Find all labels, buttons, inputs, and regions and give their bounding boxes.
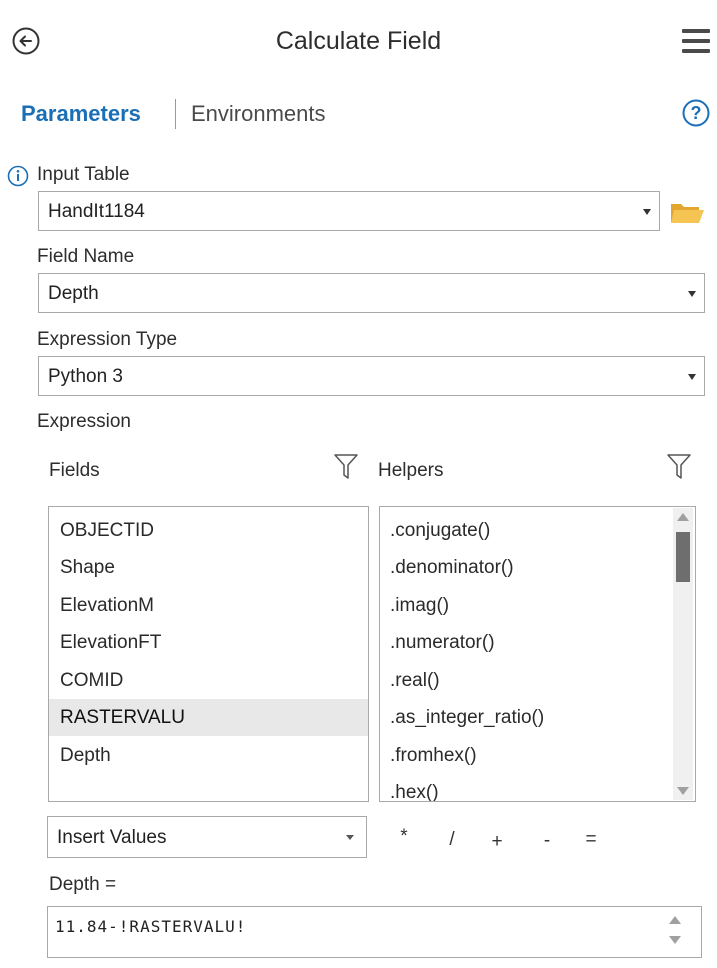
filter-icon	[667, 454, 691, 479]
fields-list[interactable]: OBJECTID Shape ElevationM ElevationFT CO…	[48, 506, 369, 802]
field-name-dropdown[interactable]: Depth	[38, 273, 705, 313]
scroll-up-icon[interactable]	[669, 916, 681, 924]
chevron-down-icon	[688, 291, 696, 297]
input-table-dropdown[interactable]: HandIt1184	[38, 191, 660, 231]
list-item[interactable]: .numerator()	[380, 624, 695, 661]
fields-filter-button[interactable]	[334, 454, 358, 480]
list-item[interactable]: .conjugate()	[380, 512, 695, 549]
list-item[interactable]: .as_integer_ratio()	[380, 699, 695, 736]
svg-text:?: ?	[691, 103, 702, 123]
list-item[interactable]: ElevationFT	[49, 624, 368, 661]
helpers-list[interactable]: .conjugate() .denominator() .imag() .num…	[379, 506, 696, 802]
help-button[interactable]: ?	[682, 99, 710, 127]
list-item[interactable]: Shape	[49, 549, 368, 586]
expression-target-label: Depth =	[49, 874, 117, 895]
expression-type-label: Expression Type	[37, 329, 178, 350]
hamburger-menu-icon	[682, 29, 710, 33]
list-item[interactable]: COMID	[49, 662, 368, 699]
list-item-selected[interactable]: RASTERVALU	[49, 699, 368, 736]
tab-environments[interactable]: Environments	[191, 101, 326, 127]
list-item[interactable]: .denominator()	[380, 549, 695, 586]
list-item[interactable]: ElevationM	[49, 587, 368, 624]
expression-type-dropdown[interactable]: Python 3	[38, 356, 705, 396]
operator-minus-button[interactable]: -	[536, 830, 558, 852]
list-item[interactable]: .hex()	[380, 774, 695, 801]
folder-icon	[671, 204, 704, 223]
operator-multiply-button[interactable]: *	[393, 826, 415, 848]
browse-folder-button[interactable]	[668, 198, 706, 228]
menu-button[interactable]	[682, 29, 712, 55]
expression-code-text: 11.84-!RASTERVALU!	[55, 917, 247, 936]
field-name-label: Field Name	[37, 246, 135, 267]
insert-values-label: Insert Values	[57, 827, 167, 848]
expression-label: Expression	[37, 411, 131, 432]
helpers-scrollbar[interactable]	[673, 508, 693, 800]
scroll-down-icon[interactable]	[669, 936, 681, 944]
page-title: Calculate Field	[275, 27, 442, 55]
filter-icon	[334, 454, 358, 479]
chevron-down-icon	[643, 209, 651, 215]
help-icon: ?	[682, 99, 710, 127]
info-icon[interactable]	[7, 165, 29, 187]
list-item[interactable]: .fromhex()	[380, 737, 695, 774]
input-table-label: Input Table	[37, 164, 130, 185]
chevron-down-icon	[346, 835, 354, 840]
expression-type-value: Python 3	[48, 366, 123, 387]
input-table-value: HandIt1184	[48, 201, 145, 222]
operator-plus-button[interactable]: +	[486, 831, 508, 853]
expression-code-input[interactable]: 11.84-!RASTERVALU!	[47, 906, 702, 958]
list-item[interactable]: .real()	[380, 662, 695, 699]
scroll-up-icon[interactable]	[677, 513, 689, 521]
scrollbar-thumb[interactable]	[676, 532, 690, 582]
tab-divider	[175, 99, 176, 129]
helpers-label: Helpers	[378, 460, 444, 481]
tab-parameters[interactable]: Parameters	[21, 101, 141, 127]
list-item[interactable]: Depth	[49, 737, 368, 774]
list-item[interactable]: OBJECTID	[49, 512, 368, 549]
list-item[interactable]: .imag()	[380, 587, 695, 624]
operator-divide-button[interactable]: /	[441, 829, 463, 851]
operator-equals-button[interactable]: =	[580, 829, 602, 851]
chevron-down-icon	[688, 374, 696, 380]
scroll-down-icon[interactable]	[677, 787, 689, 795]
insert-values-dropdown[interactable]: Insert Values	[47, 816, 367, 858]
fields-label: Fields	[49, 460, 100, 481]
helpers-filter-button[interactable]	[667, 454, 691, 480]
field-name-value: Depth	[48, 283, 99, 304]
